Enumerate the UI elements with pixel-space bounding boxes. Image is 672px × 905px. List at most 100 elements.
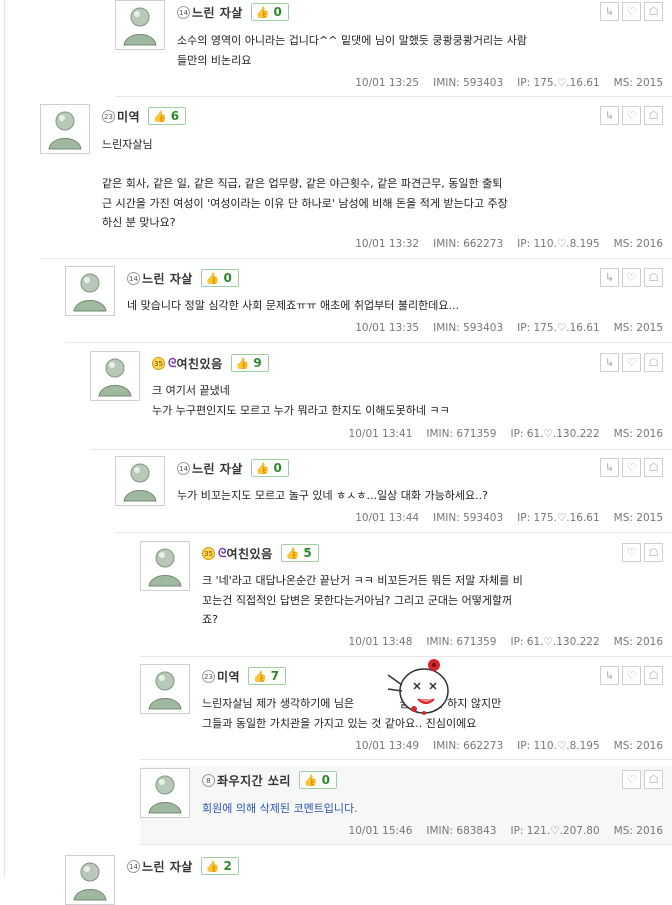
nickname[interactable]: 미역 — [217, 668, 240, 685]
comment-date: 10/01 13:48 — [348, 636, 413, 648]
siren-icon[interactable]: ☖ — [644, 666, 663, 685]
nickname[interactable]: 느린 자살 — [192, 460, 243, 477]
comment-actions: ↳ ♡ ☖ — [600, 666, 663, 685]
ms-year: MS: 2016 — [613, 238, 663, 250]
like-count-button[interactable]: 👍 7 — [248, 667, 287, 685]
heart-icon[interactable]: ♡ — [622, 666, 641, 685]
heart-icon[interactable]: ♡ — [622, 543, 641, 562]
like-count-button[interactable]: 👍 5 — [280, 544, 319, 562]
level-badge: 14 — [127, 271, 140, 285]
like-count-button[interactable]: 👍 9 — [230, 354, 269, 372]
like-count-button[interactable]: 👍 0 — [250, 3, 289, 21]
nickname[interactable]: 느린 자살 — [192, 4, 243, 21]
comment-date: 10/01 13:41 — [348, 428, 413, 440]
nickname[interactable]: 여친있음 — [176, 355, 222, 372]
siren-icon[interactable]: ☖ — [644, 353, 663, 372]
imin-id: IMIN: 593403 — [433, 512, 504, 524]
comment-body: 누가 비꼬는지도 모르고 놀구 있네 ㅎㅅㅎ...일상 대화 가능하세요..? — [177, 489, 488, 502]
comment-header: 8 좌우지간 쏘리 👍 0 — [202, 770, 337, 790]
avatar[interactable] — [65, 266, 115, 316]
imin-id: IMIN: 671359 — [426, 428, 497, 440]
comment-date: 10/01 13:25 — [355, 77, 420, 89]
nickname[interactable]: 느린 자살 — [142, 858, 193, 875]
nickname[interactable]: 좌우지간 쏘리 — [217, 772, 291, 789]
siren-icon[interactable]: ☖ — [644, 543, 663, 562]
comment-actions: ↳ ♡ ☖ — [600, 106, 663, 125]
like-count: 0 — [223, 271, 232, 285]
avatar[interactable] — [140, 541, 190, 591]
avatar[interactable] — [115, 456, 165, 506]
ip-address: IP: 110.♡.8.195 — [517, 238, 600, 250]
thumbs-up-icon: 👍 — [235, 356, 250, 370]
heart-icon[interactable]: ♡ — [622, 353, 641, 372]
reply-arrow-icon[interactable]: ↳ — [600, 458, 619, 477]
reply-arrow-icon[interactable]: ↳ — [600, 268, 619, 287]
comment-date: 10/01 15:46 — [348, 825, 413, 837]
reply-arrow-icon[interactable]: ↳ — [600, 106, 619, 125]
like-count-button[interactable]: 👍 0 — [200, 269, 239, 287]
avatar[interactable] — [40, 104, 90, 154]
ms-year: MS: 2015 — [613, 77, 663, 89]
thumbs-up-icon: 👍 — [205, 859, 220, 873]
like-count-button[interactable]: 👍 6 — [148, 107, 187, 125]
avatar[interactable] — [140, 664, 190, 714]
avatar[interactable] — [65, 855, 115, 905]
level-badge: 8 — [202, 773, 215, 787]
like-count-button[interactable]: 👍 0 — [298, 771, 337, 789]
comment-meta: 10/01 13:41 IMIN: 671359 IP: 61.♡.130.222 M… — [335, 428, 663, 440]
siren-icon[interactable]: ☖ — [644, 268, 663, 287]
like-count: 7 — [270, 669, 280, 683]
comment-actions: ↳ ♡ ☖ — [600, 353, 663, 372]
siren-icon[interactable]: ☖ — [644, 106, 663, 125]
nickname[interactable]: 여친있음 — [226, 545, 272, 562]
reply-arrow-icon[interactable]: ↳ — [600, 353, 619, 372]
comment-meta: 10/01 13:35 IMIN: 593403 IP: 175.♡.16.61 MS… — [341, 322, 663, 334]
avatar[interactable] — [115, 0, 165, 50]
siren-icon[interactable]: ☖ — [644, 770, 663, 789]
page-left-border — [4, 0, 5, 877]
like-count-button[interactable]: 👍 2 — [200, 857, 239, 875]
heart-icon[interactable]: ♡ — [622, 106, 641, 125]
comment-item: 14 느린 자살 👍 2 — [65, 855, 672, 905]
avatar[interactable] — [90, 351, 140, 401]
comment-meta: 10/01 15:46 IMIN: 683843 IP: 121.♡.207.80 M… — [335, 825, 663, 837]
reply-arrow-icon[interactable]: ↳ — [600, 666, 619, 685]
like-count: 0 — [273, 461, 282, 475]
comment-date: 10/01 13:35 — [355, 322, 420, 334]
emoticon-sticker — [384, 655, 454, 725]
comment-date: 10/01 13:49 — [355, 740, 420, 752]
nickname[interactable]: 미역 — [117, 108, 140, 125]
comment-item: 14 느린 자살 👍 0 ↳ ♡ ☖ 누가 비꼬는지도 모르고 놀구 있네 ㅎㅅㅎ… — [115, 456, 672, 533]
siren-icon[interactable]: ☖ — [644, 2, 663, 21]
like-count: 6 — [170, 109, 180, 123]
level-badge: 35 — [152, 356, 165, 370]
siren-icon[interactable]: ☖ — [644, 458, 663, 477]
comment-meta: 10/01 13:32 IMIN: 662273 IP: 110.♡.8.195 MS… — [341, 238, 663, 250]
like-count: 9 — [253, 356, 262, 370]
imin-id: IMIN: 683843 — [426, 825, 497, 837]
comment-header: 14 느린 자살 👍 0 — [127, 268, 239, 288]
ip-address: IP: 175.♡.16.61 — [517, 322, 600, 334]
ip-address: IP: 121.♡.207.80 — [510, 825, 600, 837]
imin-id: IMIN: 671359 — [426, 636, 497, 648]
comment-meta: 10/01 13:49 IMIN: 662273 IP: 110.♡.8.195 MS… — [341, 740, 663, 752]
comment-actions: ↳ ♡ ☖ — [600, 2, 663, 21]
nickname[interactable]: 느린 자살 — [142, 270, 193, 287]
heart-icon[interactable]: ♡ — [622, 268, 641, 287]
heart-icon[interactable]: ♡ — [622, 770, 641, 789]
like-count-button[interactable]: 👍 0 — [250, 459, 289, 477]
comment-body: 크 여기서 끝냈네 누가 누구편인지도 모르고 누가 뭐라고 한지도 이해도못하… — [152, 384, 450, 417]
reply-arrow-icon[interactable]: ↳ — [600, 2, 619, 21]
comment-body: 소수의 영역이 아니라는 겁니다^^ 밑댓에 님이 말했듯 쿵쾅쿵쾅거리는 사람… — [177, 34, 528, 67]
ip-address: IP: 175.♡.16.61 — [517, 77, 600, 89]
comment-meta: 10/01 13:25 IMIN: 593403 IP: 175.♡.16.61 MS… — [341, 77, 663, 89]
comment-body-deleted: 회원에 의해 삭제된 코멘트입니다. — [202, 802, 358, 815]
thumbs-up-icon: 👍 — [255, 5, 270, 19]
avatar[interactable] — [140, 768, 190, 818]
comment-item: 35 ᘓ 여친있음 👍 9 ↳ ♡ ☖ 크 여기서 끝냈네 누가 누구편인지도 모… — [90, 351, 672, 450]
comment-header: 23 미역 👍 7 — [202, 666, 287, 686]
comment-meta: 10/01 13:48 IMIN: 671359 IP: 61.♡.130.222 M… — [335, 636, 663, 648]
heart-icon[interactable]: ♡ — [622, 458, 641, 477]
level-badge: 23 — [202, 669, 215, 683]
heart-icon[interactable]: ♡ — [622, 2, 641, 21]
